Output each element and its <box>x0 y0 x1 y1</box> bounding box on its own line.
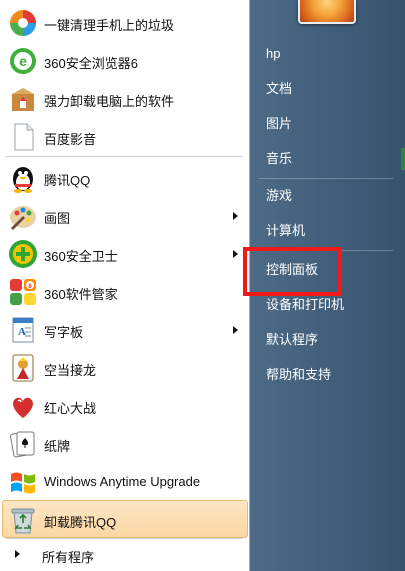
program-label: 360安全浏览器6 <box>44 56 138 71</box>
link-computer[interactable]: 计算机 <box>266 222 305 240</box>
program-item-baidu-player[interactable]: 百度影音 <box>2 117 248 155</box>
right-separator <box>259 178 393 179</box>
360-guard-icon <box>7 238 39 270</box>
uninstall-box-icon <box>7 83 39 115</box>
program-label: 一键清理手机上的垃圾 <box>44 18 175 33</box>
submenu-arrow-icon <box>233 250 238 258</box>
program-item-360-browser[interactable]: e 360安全浏览器6 <box>2 41 248 79</box>
all-programs-button[interactable]: 所有程序 <box>2 540 248 568</box>
solitaire-icon <box>7 428 39 460</box>
freecell-icon <box>7 352 39 384</box>
program-label: 腾讯QQ <box>44 173 91 188</box>
all-programs-separator <box>6 538 243 539</box>
program-item-phone-cleaner[interactable]: 一键清理手机上的垃圾 <box>2 3 248 41</box>
program-item-360-software-manager[interactable]: 8 360软件管家 <box>2 272 248 310</box>
link-devices-and-printers[interactable]: 设备和打印机 <box>266 296 344 314</box>
link-user-folder[interactable]: hp <box>266 45 280 63</box>
windows-logo-icon <box>7 466 39 498</box>
expand-arrow-icon <box>15 550 20 558</box>
link-pictures[interactable]: 图片 <box>266 115 292 133</box>
user-avatar[interactable] <box>298 0 356 24</box>
link-documents[interactable]: 文档 <box>266 80 292 98</box>
desktop-edge <box>401 148 405 170</box>
paint-palette-icon <box>7 200 39 232</box>
program-label: 纸牌 <box>44 439 71 454</box>
program-item-wordpad[interactable]: A 写字板 <box>2 310 248 348</box>
link-music[interactable]: 音乐 <box>266 150 292 168</box>
program-item-qq[interactable]: 腾讯QQ <box>2 158 248 196</box>
program-item-freecell[interactable]: 空当接龙 <box>2 348 248 386</box>
program-item-uninstall-qq[interactable]: 卸载腾讯QQ <box>2 500 248 538</box>
recycle-bin-icon <box>7 504 39 536</box>
document-icon <box>7 121 39 153</box>
program-label: 卸载腾讯QQ <box>44 515 117 530</box>
svg-text:e: e <box>19 53 27 69</box>
wordpad-icon: A <box>7 314 39 346</box>
pinned-separator <box>6 156 243 157</box>
submenu-arrow-icon <box>233 212 238 220</box>
link-games[interactable]: 游戏 <box>266 187 292 205</box>
program-label: 画图 <box>44 211 71 226</box>
link-help-and-support[interactable]: 帮助和支持 <box>266 366 331 384</box>
program-label: 强力卸载电脑上的软件 <box>44 94 175 109</box>
link-default-programs[interactable]: 默认程序 <box>266 331 318 349</box>
360-software-manager-icon: 8 <box>7 276 39 308</box>
program-label: 写字板 <box>44 325 84 340</box>
program-item-solitaire[interactable]: 纸牌 <box>2 424 248 462</box>
program-item-hearts[interactable]: 红心大战 <box>2 386 248 424</box>
program-label: 红心大战 <box>44 401 97 416</box>
program-label: Windows Anytime Upgrade <box>44 474 201 489</box>
program-item-uninstaller[interactable]: 强力卸载电脑上的软件 <box>2 79 248 117</box>
program-label: 百度影音 <box>44 132 97 147</box>
phone-cleaner-icon <box>7 7 39 39</box>
hearts-icon <box>7 390 39 422</box>
svg-text:A: A <box>18 326 26 338</box>
submenu-arrow-icon <box>233 326 238 334</box>
program-item-paint[interactable]: 画图 <box>2 196 248 234</box>
program-label: 空当接龙 <box>44 363 97 378</box>
program-item-360-guard[interactable]: 360安全卫士 <box>2 234 248 272</box>
all-programs-label: 所有程序 <box>42 550 95 565</box>
annotation-highlight-box <box>243 247 342 296</box>
program-label: 360安全卫士 <box>44 249 118 264</box>
qq-penguin-icon <box>7 162 39 194</box>
360-browser-icon: e <box>7 45 39 77</box>
program-label: 360软件管家 <box>44 287 118 302</box>
program-item-windows-anytime-upgrade[interactable]: Windows Anytime Upgrade <box>2 462 248 500</box>
